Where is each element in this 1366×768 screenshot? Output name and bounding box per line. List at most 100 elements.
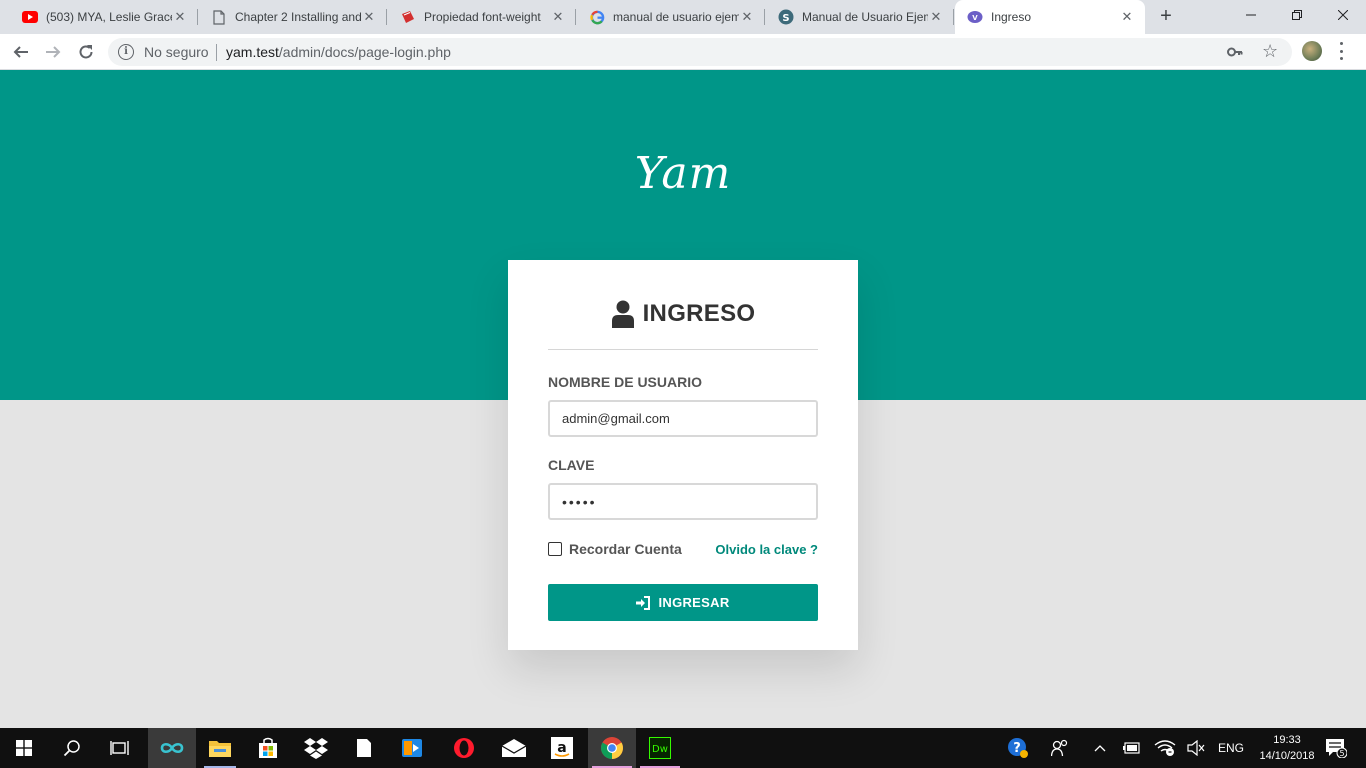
menu-dots-icon[interactable] bbox=[1338, 42, 1344, 60]
task-view-button[interactable] bbox=[96, 728, 144, 768]
clock-date: 14/10/2018 bbox=[1259, 750, 1315, 762]
dropbox-icon bbox=[304, 738, 328, 759]
security-status[interactable]: No seguro bbox=[144, 44, 209, 60]
people-icon bbox=[1051, 739, 1068, 757]
username-input[interactable] bbox=[548, 400, 818, 437]
infinity-icon bbox=[160, 742, 184, 754]
browser-toolbar: i No seguro yam.test/admin/docs/page-log… bbox=[0, 34, 1366, 70]
taskbar-app-arduino[interactable] bbox=[148, 728, 196, 768]
taskbar-app-dreamweaver[interactable]: Dw bbox=[636, 728, 684, 768]
forward-button[interactable] bbox=[40, 39, 66, 65]
browser-tab-manual[interactable]: S Manual de Usuario Ejem ✕ bbox=[766, 0, 954, 34]
windows-logo-icon bbox=[16, 740, 32, 756]
search-icon bbox=[63, 740, 80, 757]
wifi-icon bbox=[1154, 740, 1176, 756]
reload-button[interactable] bbox=[73, 39, 99, 65]
browser-tab-google[interactable]: manual de usuario ejem ✕ bbox=[577, 0, 765, 34]
tray-people[interactable] bbox=[1046, 728, 1074, 768]
remember-checkbox[interactable] bbox=[548, 542, 562, 556]
close-window-button[interactable] bbox=[1320, 0, 1366, 30]
minimize-button[interactable] bbox=[1228, 0, 1274, 30]
bookmark-star-icon[interactable]: ☆ bbox=[1262, 41, 1278, 61]
help-icon: ? bbox=[1008, 738, 1028, 758]
taskbar-app-store[interactable] bbox=[244, 728, 292, 768]
google-icon bbox=[589, 9, 605, 25]
browser-tab-propiedad[interactable]: Propiedad font-weight ✕ bbox=[388, 0, 576, 34]
task-view-icon bbox=[110, 741, 129, 755]
key-icon[interactable] bbox=[1226, 43, 1244, 61]
profile-avatar[interactable] bbox=[1302, 41, 1322, 61]
arrow-left-icon bbox=[13, 46, 28, 58]
tray-help[interactable]: ? bbox=[1004, 728, 1032, 768]
svg-text:V: V bbox=[972, 14, 978, 22]
tray-language[interactable]: ENG bbox=[1214, 728, 1248, 768]
svg-text:Dw: Dw bbox=[652, 744, 668, 755]
tray-clock[interactable]: 19:33 14/10/2018 bbox=[1254, 732, 1320, 764]
start-button[interactable] bbox=[0, 728, 48, 768]
svg-text:?: ? bbox=[1013, 741, 1021, 756]
restore-button[interactable] bbox=[1274, 0, 1320, 30]
close-icon[interactable]: ✕ bbox=[1119, 9, 1135, 25]
site-favicon-icon: V bbox=[967, 9, 983, 25]
tab-title: (503) MYA, Leslie Grace bbox=[46, 10, 172, 24]
url-text[interactable]: yam.test/admin/docs/page-login.php bbox=[226, 44, 451, 60]
login-title: INGRESO bbox=[642, 300, 756, 327]
taskbar-app-notepad[interactable] bbox=[340, 728, 388, 768]
taskbar-app-opera[interactable] bbox=[440, 728, 488, 768]
close-icon[interactable]: ✕ bbox=[361, 9, 377, 25]
browser-tab-bar: (503) MYA, Leslie Grace ✕ Chapter 2 Inst… bbox=[0, 0, 1366, 34]
chevron-up-icon bbox=[1094, 745, 1106, 752]
tray-battery[interactable] bbox=[1120, 728, 1144, 768]
mail-icon bbox=[502, 739, 526, 757]
battery-icon bbox=[1123, 742, 1140, 754]
login-submit-label: INGRESAR bbox=[658, 595, 730, 610]
page-content: Yam INGRESO NOMBRE DE USUARIO CLAVE Reco… bbox=[0, 70, 1366, 728]
remember-me[interactable]: Recordar Cuenta bbox=[548, 541, 682, 557]
username-label: NOMBRE DE USUARIO bbox=[548, 374, 703, 390]
youtube-icon bbox=[22, 9, 38, 25]
taskbar-app-file-explorer[interactable] bbox=[196, 728, 244, 768]
close-icon[interactable]: ✕ bbox=[928, 9, 944, 25]
login-options-row: Recordar Cuenta Olvido la clave ? bbox=[548, 540, 818, 558]
opera-icon bbox=[454, 738, 474, 758]
password-input[interactable] bbox=[548, 483, 818, 520]
back-button[interactable] bbox=[8, 39, 34, 65]
taskbar-app-media[interactable] bbox=[388, 728, 436, 768]
address-bar[interactable]: i No seguro yam.test/admin/docs/page-log… bbox=[108, 38, 1292, 66]
svg-text:a: a bbox=[557, 740, 566, 756]
taskbar-app-amazon[interactable]: a bbox=[538, 728, 586, 768]
taskbar-app-mail[interactable] bbox=[490, 728, 538, 768]
address-divider bbox=[216, 44, 217, 61]
tray-show-hidden[interactable] bbox=[1088, 728, 1112, 768]
user-icon bbox=[611, 300, 634, 328]
browser-tab-chapter[interactable]: Chapter 2 Installing and ✕ bbox=[199, 0, 387, 34]
document-icon bbox=[211, 9, 227, 25]
tray-volume[interactable] bbox=[1184, 728, 1208, 768]
clock-time: 19:33 bbox=[1273, 734, 1301, 746]
search-button[interactable] bbox=[48, 728, 96, 768]
taskbar-app-chrome[interactable] bbox=[588, 728, 636, 768]
restore-icon bbox=[1292, 10, 1302, 20]
new-tab-button[interactable]: + bbox=[1155, 5, 1177, 27]
browser-tab-ingreso[interactable]: V Ingreso ✕ bbox=[955, 0, 1145, 34]
url-host: yam.test bbox=[226, 44, 279, 60]
taskbar-app-dropbox[interactable] bbox=[292, 728, 340, 768]
forgot-password-link[interactable]: Olvido la clave ? bbox=[715, 542, 818, 557]
remember-label[interactable]: Recordar Cuenta bbox=[569, 541, 682, 557]
login-submit-button[interactable]: INGRESAR bbox=[548, 584, 818, 621]
site-logo[interactable]: Yam bbox=[0, 148, 1366, 199]
info-icon[interactable]: i bbox=[118, 44, 134, 60]
sign-in-icon bbox=[636, 595, 651, 610]
login-card-header: INGRESO bbox=[548, 300, 818, 350]
url-path: /admin/docs/page-login.php bbox=[278, 44, 451, 60]
reload-icon bbox=[79, 45, 93, 59]
close-icon[interactable]: ✕ bbox=[739, 9, 755, 25]
tab-title: Propiedad font-weight bbox=[424, 10, 541, 24]
close-icon[interactable]: ✕ bbox=[550, 9, 566, 25]
browser-tab-youtube[interactable]: (503) MYA, Leslie Grace ✕ bbox=[10, 0, 198, 34]
tray-notifications[interactable]: 5 bbox=[1320, 728, 1352, 768]
tray-network[interactable] bbox=[1152, 728, 1178, 768]
minimize-icon bbox=[1246, 14, 1256, 16]
tab-title: Manual de Usuario Ejem bbox=[802, 10, 928, 24]
close-icon[interactable]: ✕ bbox=[172, 9, 188, 25]
